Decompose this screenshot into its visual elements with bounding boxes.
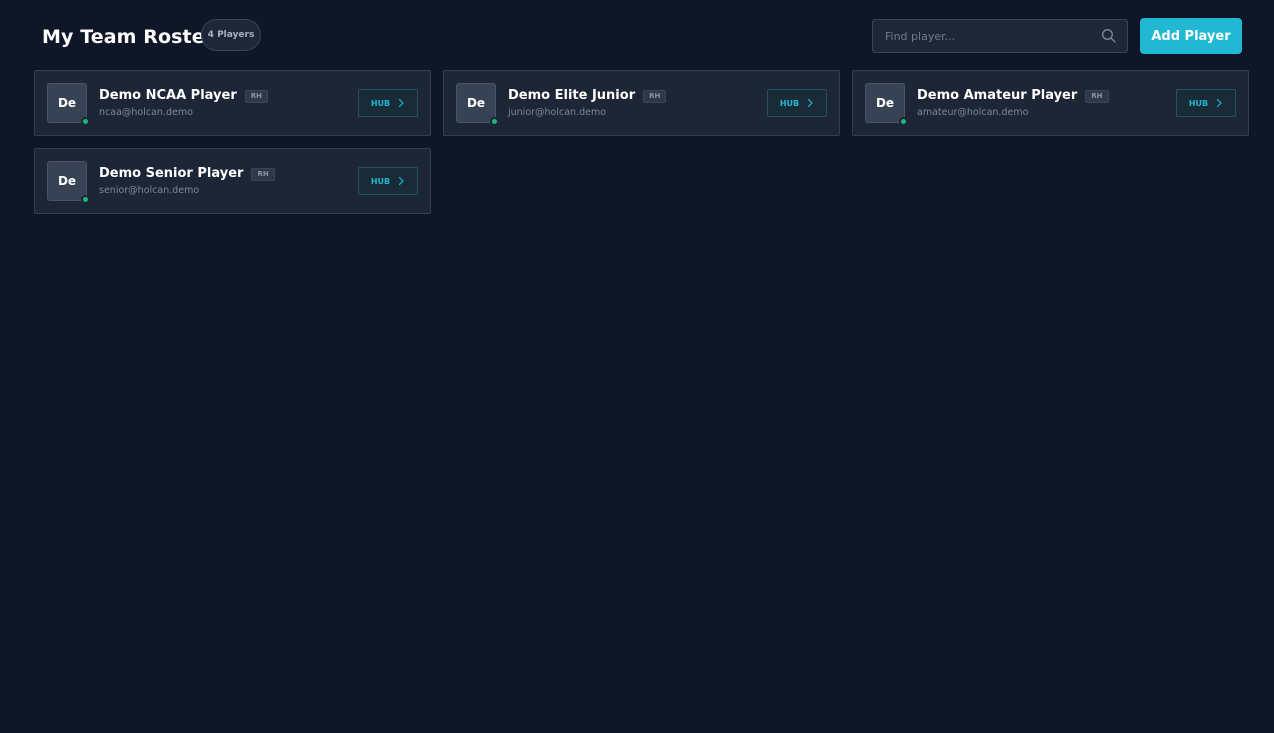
- player-email: amateur@holcan.demo: [917, 107, 1029, 118]
- hub-button[interactable]: HUB: [358, 89, 418, 117]
- player-card[interactable]: De Demo Elite Junior RH junior@holcan.de…: [443, 70, 840, 136]
- page-title: My Team Roster: [42, 26, 215, 48]
- player-card[interactable]: De Demo Senior Player RH senior@holcan.d…: [34, 148, 431, 214]
- player-name: Demo Elite Junior: [508, 88, 636, 103]
- player-name-row: Demo Amateur Player RH: [917, 87, 1109, 105]
- avatar: De: [47, 161, 90, 204]
- player-email: junior@holcan.demo: [508, 107, 607, 118]
- player-name: Demo Amateur Player: [917, 88, 1078, 103]
- status-dot-icon: [490, 117, 499, 126]
- player-grid: De Demo NCAA Player RH ncaa@holcan.demo …: [34, 70, 1250, 214]
- hub-button[interactable]: HUB: [358, 167, 418, 195]
- hub-button-label: HUB: [370, 176, 391, 186]
- status-dot-icon: [899, 117, 908, 126]
- hand-badge: RH: [643, 89, 667, 103]
- player-name: Demo Senior Player: [99, 166, 244, 181]
- player-name-row: Demo Senior Player RH: [99, 165, 275, 183]
- roster-page: My Team Roster 4 Players Add Player De D…: [0, 0, 1274, 733]
- hub-button[interactable]: HUB: [767, 89, 827, 117]
- player-name: Demo NCAA Player: [99, 88, 237, 103]
- player-name-row: Demo NCAA Player RH: [99, 87, 268, 105]
- hub-button-label: HUB: [370, 98, 391, 108]
- avatar: De: [47, 83, 90, 126]
- hub-button[interactable]: HUB: [1176, 89, 1236, 117]
- status-dot-icon: [81, 195, 90, 204]
- avatar-initials: De: [57, 96, 77, 110]
- status-dot-icon: [81, 117, 90, 126]
- chevron-right-icon: [808, 98, 813, 108]
- avatar-initials: De: [875, 96, 895, 110]
- player-card[interactable]: De Demo NCAA Player RH ncaa@holcan.demo …: [34, 70, 431, 136]
- player-count-badge: 4 Players: [201, 19, 261, 51]
- player-card[interactable]: De Demo Amateur Player RH amateur@holcan…: [852, 70, 1249, 136]
- avatar-initials: De: [466, 96, 486, 110]
- hand-badge: RH: [244, 89, 268, 103]
- avatar-initials: De: [57, 174, 77, 188]
- avatar: De: [865, 83, 908, 126]
- hub-button-label: HUB: [779, 98, 800, 108]
- player-email: ncaa@holcan.demo: [99, 107, 193, 118]
- page-header: My Team Roster 4 Players Add Player: [0, 0, 1274, 70]
- chevron-right-icon: [1217, 98, 1222, 108]
- player-email: senior@holcan.demo: [99, 185, 200, 196]
- chevron-right-icon: [399, 98, 404, 108]
- avatar: De: [456, 83, 499, 126]
- chevron-right-icon: [399, 176, 404, 186]
- search-input[interactable]: [873, 20, 1093, 52]
- player-name-row: Demo Elite Junior RH: [508, 87, 667, 105]
- add-player-button[interactable]: Add Player: [1140, 18, 1242, 54]
- search-icon[interactable]: [1101, 28, 1117, 44]
- hand-badge: RH: [251, 167, 275, 181]
- hub-button-label: HUB: [1188, 98, 1209, 108]
- hand-badge: RH: [1085, 89, 1109, 103]
- search-box[interactable]: [872, 19, 1128, 53]
